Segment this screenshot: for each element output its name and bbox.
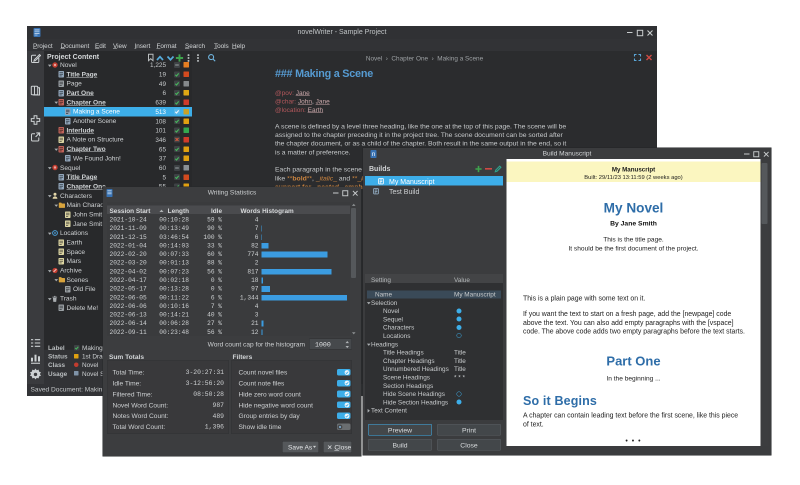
svg-text:n: n	[372, 152, 375, 158]
